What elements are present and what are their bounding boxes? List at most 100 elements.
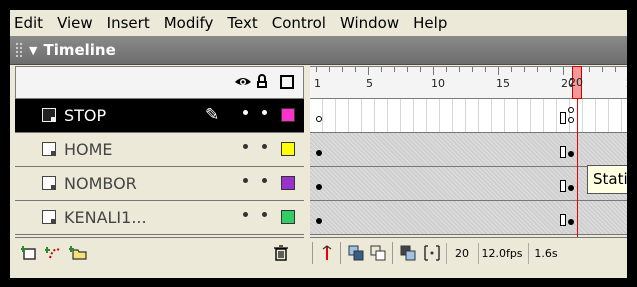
ruler-tick <box>511 67 512 72</box>
insert-folder-icon[interactable] <box>69 245 89 261</box>
ruler-tick <box>615 67 616 72</box>
layer-row[interactable]: HOME <box>15 133 304 167</box>
ruler-tick <box>381 67 382 72</box>
ruler-tick <box>407 67 408 72</box>
blank-keyframe[interactable] <box>316 116 322 122</box>
ruler-tick <box>342 67 343 72</box>
edit-multiple-frames-icon[interactable] <box>400 245 416 261</box>
layer-icon <box>42 176 56 190</box>
end-frame-marker[interactable] <box>560 180 566 192</box>
current-frame-display: 20 <box>446 243 477 264</box>
layer-row[interactable]: NOMBOR <box>15 167 304 201</box>
ruler-label: 1 <box>314 77 321 90</box>
layer-color-swatch[interactable] <box>281 176 295 190</box>
ruler-tick <box>589 67 590 72</box>
layer-name: KENALI1... <box>64 208 147 227</box>
layer-icon <box>42 108 56 122</box>
pencil-icon: ✎ <box>205 105 220 125</box>
end-frame-marker[interactable] <box>560 146 566 158</box>
ruler-label: 25 <box>626 77 627 90</box>
outline-icon[interactable] <box>280 75 294 89</box>
lock-icon[interactable] <box>256 74 268 89</box>
keyframe[interactable] <box>316 150 322 156</box>
layer-icon <box>42 142 56 156</box>
lock-dot[interactable] <box>262 178 267 183</box>
menu-help[interactable]: Help <box>406 14 454 32</box>
ruler-tick <box>433 67 434 75</box>
ruler-tick <box>446 67 447 72</box>
modify-markers-icon[interactable] <box>424 245 440 261</box>
lock-dot[interactable] <box>262 212 267 217</box>
ruler-label: 15 <box>496 77 510 90</box>
playhead-frame-label: 20 <box>569 76 583 89</box>
menu-text[interactable]: Text <box>220 14 264 32</box>
panel-title: Timeline <box>43 41 116 59</box>
menu-bar: Edit View Insert Modify Text Control Win… <box>10 10 627 36</box>
center-frame-icon[interactable] <box>320 245 334 261</box>
menu-control[interactable]: Control <box>265 14 333 32</box>
eye-icon[interactable] <box>234 74 252 90</box>
ruler-label: 10 <box>431 77 445 90</box>
elapsed-time-display: 1.6s <box>528 243 563 264</box>
ruler-tick <box>602 67 603 72</box>
end-frame-marker[interactable] <box>560 214 566 226</box>
keyframe[interactable] <box>316 218 322 224</box>
frame-track[interactable] <box>310 167 627 201</box>
add-motion-guide-icon[interactable] <box>45 245 65 261</box>
ruler-tick <box>420 67 421 72</box>
toolbar-separator <box>312 242 313 264</box>
layer-icon <box>42 210 56 224</box>
trash-icon[interactable] <box>273 245 289 261</box>
layer-name: HOME <box>64 140 113 159</box>
lock-dot[interactable] <box>262 144 267 149</box>
collapse-arrow-icon[interactable]: ▼ <box>29 44 37 57</box>
end-frame-marker[interactable] <box>560 112 566 124</box>
onion-outlines-icon[interactable] <box>370 245 386 261</box>
menu-edit[interactable]: Edit <box>10 14 50 32</box>
layer-name: STOP <box>64 106 107 125</box>
blank-keyframe[interactable] <box>568 117 574 123</box>
show-dot[interactable] <box>243 212 248 217</box>
menu-window[interactable]: Window <box>333 14 406 32</box>
frame-rate-display[interactable]: 12.0fps <box>478 243 525 264</box>
onion-skin-icon[interactable] <box>348 245 364 261</box>
ruler-tick <box>316 67 317 72</box>
frame-track[interactable] <box>310 133 627 167</box>
toolbar-separator <box>340 242 341 264</box>
lock-dot[interactable] <box>262 110 267 115</box>
menu-insert[interactable]: Insert <box>100 14 157 32</box>
keyframe[interactable] <box>316 184 322 190</box>
toolbar-separator <box>392 242 393 264</box>
ruler-tick <box>394 67 395 72</box>
window-bottom-edge <box>10 268 627 278</box>
add-layer-icon[interactable] <box>21 245 41 261</box>
timeline-panel-header[interactable]: ▼ Timeline <box>10 36 627 65</box>
ruler-tick <box>472 67 473 72</box>
menu-view[interactable]: View <box>50 14 100 32</box>
keyframe[interactable] <box>568 185 574 191</box>
layer-color-swatch[interactable] <box>281 210 295 224</box>
ruler-tick <box>563 67 564 75</box>
frame-track[interactable] <box>310 201 627 235</box>
layer-color-swatch[interactable] <box>281 108 295 122</box>
ruler-tick <box>368 67 369 75</box>
show-dot[interactable] <box>243 144 248 149</box>
layer-toolbar <box>15 237 304 269</box>
grip-icon[interactable] <box>15 42 23 58</box>
layer-row[interactable]: KENALI1... <box>15 201 304 235</box>
keyframe[interactable] <box>568 151 574 157</box>
ruler-tick <box>329 67 330 72</box>
ruler-tick <box>459 67 460 72</box>
layer-color-swatch[interactable] <box>281 142 295 156</box>
blank-keyframe[interactable] <box>568 107 574 113</box>
keyframe[interactable] <box>568 219 574 225</box>
frame-track[interactable] <box>310 99 627 133</box>
ruler-tick <box>355 67 356 72</box>
show-dot[interactable] <box>243 178 248 183</box>
show-dot[interactable] <box>243 110 248 115</box>
ruler-tick <box>524 67 525 72</box>
ruler-label: 5 <box>366 77 373 90</box>
layer-row[interactable]: STOP ✎ <box>15 99 304 133</box>
menu-modify[interactable]: Modify <box>157 14 221 32</box>
ruler-tick <box>498 67 499 75</box>
